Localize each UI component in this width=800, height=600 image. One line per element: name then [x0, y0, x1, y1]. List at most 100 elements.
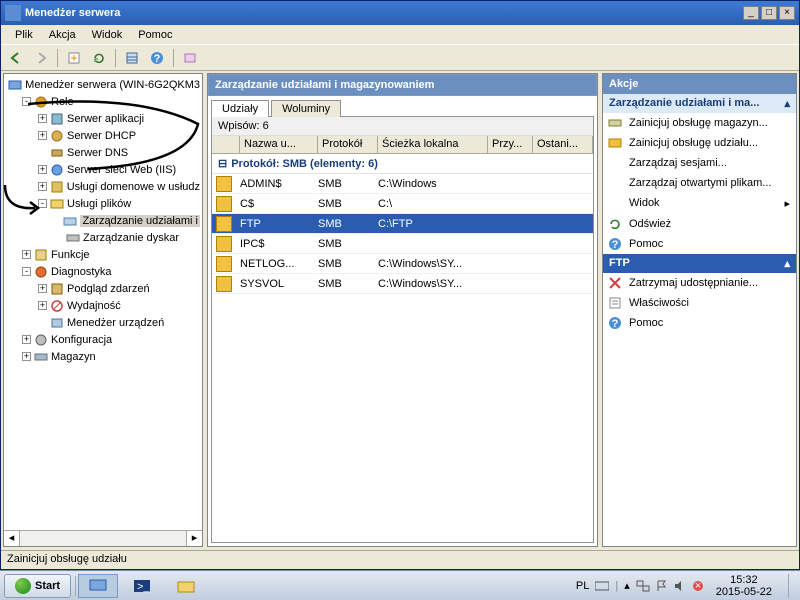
- tree-performance[interactable]: +Wydajność: [6, 297, 200, 314]
- toolbar-separator: [173, 49, 174, 67]
- taskbar-explorer[interactable]: [166, 574, 206, 598]
- group-row[interactable]: ⊟Protokół: SMB (elementy: 6): [212, 154, 593, 174]
- new-button[interactable]: [63, 47, 85, 69]
- tray-volume-icon[interactable]: [674, 580, 686, 592]
- action-init-storage[interactable]: Zainicjuj obsługę magazyn...: [603, 113, 796, 133]
- share-row[interactable]: SYSVOLSMBC:\Windows\SY...: [212, 274, 593, 294]
- action-help[interactable]: ?Pomoc: [603, 234, 796, 254]
- tree[interactable]: Menedżer serwera (WIN-6G2QKM3 -Role +Ser…: [4, 74, 202, 530]
- expand-icon[interactable]: +: [22, 250, 31, 259]
- tree-role[interactable]: -Role: [6, 93, 200, 110]
- tree-diagnostics[interactable]: -Diagnostyka: [6, 263, 200, 280]
- collapse-icon[interactable]: -: [22, 97, 31, 106]
- tree-root[interactable]: Menedżer serwera (WIN-6G2QKM3: [6, 76, 200, 93]
- tree-app-server[interactable]: +Serwer aplikacji: [6, 110, 200, 127]
- language-indicator[interactable]: PL: [576, 580, 589, 592]
- action-init-share[interactable]: Zainicjuj obsługę udziału...: [603, 133, 796, 153]
- extra-button[interactable]: [179, 47, 201, 69]
- start-button[interactable]: Start: [4, 574, 71, 598]
- tree-storage[interactable]: +Magazyn: [6, 348, 200, 365]
- tray-chevron-icon[interactable]: ▴: [624, 579, 630, 592]
- details-panel: Zarządzanie udziałami i magazynowaniem U…: [207, 73, 598, 547]
- taskbar-server-manager[interactable]: [78, 574, 118, 598]
- tab-volumes[interactable]: Woluminy: [271, 100, 341, 117]
- share-row-selected[interactable]: FTPSMBC:\FTP: [212, 214, 593, 234]
- svg-text:?: ?: [612, 239, 619, 251]
- collapse-icon[interactable]: -: [22, 267, 31, 276]
- col-assign[interactable]: Przy...: [488, 136, 533, 153]
- tray-keyboard-icon[interactable]: [595, 580, 609, 592]
- tree-device-mgr[interactable]: Menedżer urządzeń: [6, 314, 200, 331]
- menu-pomoc[interactable]: Pomoc: [130, 27, 180, 43]
- action-refresh[interactable]: Odśwież: [603, 214, 796, 234]
- titlebar[interactable]: Menedżer serwera _ □ ×: [1, 1, 799, 25]
- clock[interactable]: 15:32 2015-05-22: [710, 574, 778, 598]
- share-row[interactable]: NETLOG...SMBC:\Windows\SY...: [212, 254, 593, 274]
- tree-iis-server[interactable]: +Serwer sieci Web (IIS): [6, 161, 200, 178]
- tree-ad-domain[interactable]: +Usługi domenowe w usłudz: [6, 178, 200, 195]
- expand-icon[interactable]: +: [22, 352, 31, 361]
- collapse-icon[interactable]: ▴: [784, 257, 790, 270]
- tree-features[interactable]: +Funkcje: [6, 246, 200, 263]
- tree-disk-mgmt[interactable]: Zarządzanie dyskar: [6, 229, 200, 246]
- action-help-ftp[interactable]: ?Pomoc: [603, 313, 796, 333]
- properties-icon: [608, 296, 622, 310]
- tree-share-mgmt[interactable]: Zarządzanie udziałami i: [6, 212, 200, 229]
- col-protocol[interactable]: Protokół: [318, 136, 378, 153]
- share-row[interactable]: IPC$SMB: [212, 234, 593, 254]
- tree-file-services[interactable]: -Usługi plików: [6, 195, 200, 212]
- actions-header: Akcje: [603, 74, 796, 94]
- taskbar-powershell[interactable]: >_: [122, 574, 162, 598]
- close-button[interactable]: ×: [779, 6, 795, 20]
- tray-flag-icon[interactable]: [656, 580, 668, 592]
- show-desktop-button[interactable]: [788, 574, 796, 598]
- tray-network-icon[interactable]: [636, 580, 650, 592]
- menu-widok[interactable]: Widok: [84, 27, 131, 43]
- share-row[interactable]: ADMIN$SMBC:\Windows: [212, 174, 593, 194]
- expand-icon[interactable]: +: [38, 114, 47, 123]
- scroll-left-icon[interactable]: ◂: [4, 531, 20, 546]
- action-manage-files[interactable]: Zarządzaj otwartymi plikam...: [603, 173, 796, 193]
- refresh-button[interactable]: [88, 47, 110, 69]
- action-view[interactable]: Widok▸: [603, 193, 796, 214]
- actions-group-shares[interactable]: Zarządzanie udziałami i ma...▴: [603, 94, 796, 113]
- forward-button[interactable]: [30, 47, 52, 69]
- tray-alert-icon[interactable]: ×: [692, 580, 704, 592]
- expand-icon[interactable]: +: [38, 131, 47, 140]
- list-header: Nazwa u... Protokół Ścieżka lokalna Przy…: [212, 136, 593, 154]
- actions-group-ftp[interactable]: FTP▴: [603, 254, 796, 273]
- action-properties[interactable]: Właściwości: [603, 293, 796, 313]
- col-path[interactable]: Ścieżka lokalna: [378, 136, 488, 153]
- tab-shares[interactable]: Udziały: [211, 100, 269, 117]
- expand-icon[interactable]: +: [38, 182, 47, 191]
- col-last[interactable]: Ostani...: [533, 136, 593, 153]
- system-tray: PL | ▴ × 15:32 2015-05-22: [572, 571, 800, 600]
- help-button[interactable]: ?: [146, 47, 168, 69]
- tree-dns-server[interactable]: Serwer DNS: [6, 144, 200, 161]
- collapse-icon[interactable]: ▴: [784, 97, 790, 110]
- collapse-icon[interactable]: ⊟: [218, 158, 227, 170]
- list-view-button[interactable]: [121, 47, 143, 69]
- tree-event-viewer[interactable]: +Podgląd zdarzeń: [6, 280, 200, 297]
- tree-dhcp-server[interactable]: +Serwer DHCP: [6, 127, 200, 144]
- menu-akcja[interactable]: Akcja: [41, 27, 84, 43]
- share-row[interactable]: C$SMBC:\: [212, 194, 593, 214]
- action-manage-sessions[interactable]: Zarządzaj sesjami...: [603, 153, 796, 173]
- maximize-button[interactable]: □: [761, 6, 777, 20]
- tree-config[interactable]: +Konfiguracja: [6, 331, 200, 348]
- tabstrip: Udziały Woluminy: [208, 96, 597, 116]
- col-icon[interactable]: [212, 136, 240, 153]
- expand-icon[interactable]: +: [38, 165, 47, 174]
- expand-icon[interactable]: +: [22, 335, 31, 344]
- menu-plik[interactable]: Plik: [7, 27, 41, 43]
- action-stop-share[interactable]: Zatrzymaj udostępnianie...: [603, 273, 796, 293]
- col-name[interactable]: Nazwa u...: [240, 136, 318, 153]
- back-button[interactable]: [5, 47, 27, 69]
- expand-icon[interactable]: +: [38, 284, 47, 293]
- collapse-icon[interactable]: -: [38, 199, 47, 208]
- minimize-button[interactable]: _: [743, 6, 759, 20]
- expand-icon[interactable]: +: [38, 301, 47, 310]
- scroll-right-icon[interactable]: ▸: [186, 531, 202, 546]
- svg-text:?: ?: [612, 318, 619, 330]
- horizontal-scrollbar[interactable]: ◂ ▸: [4, 530, 202, 546]
